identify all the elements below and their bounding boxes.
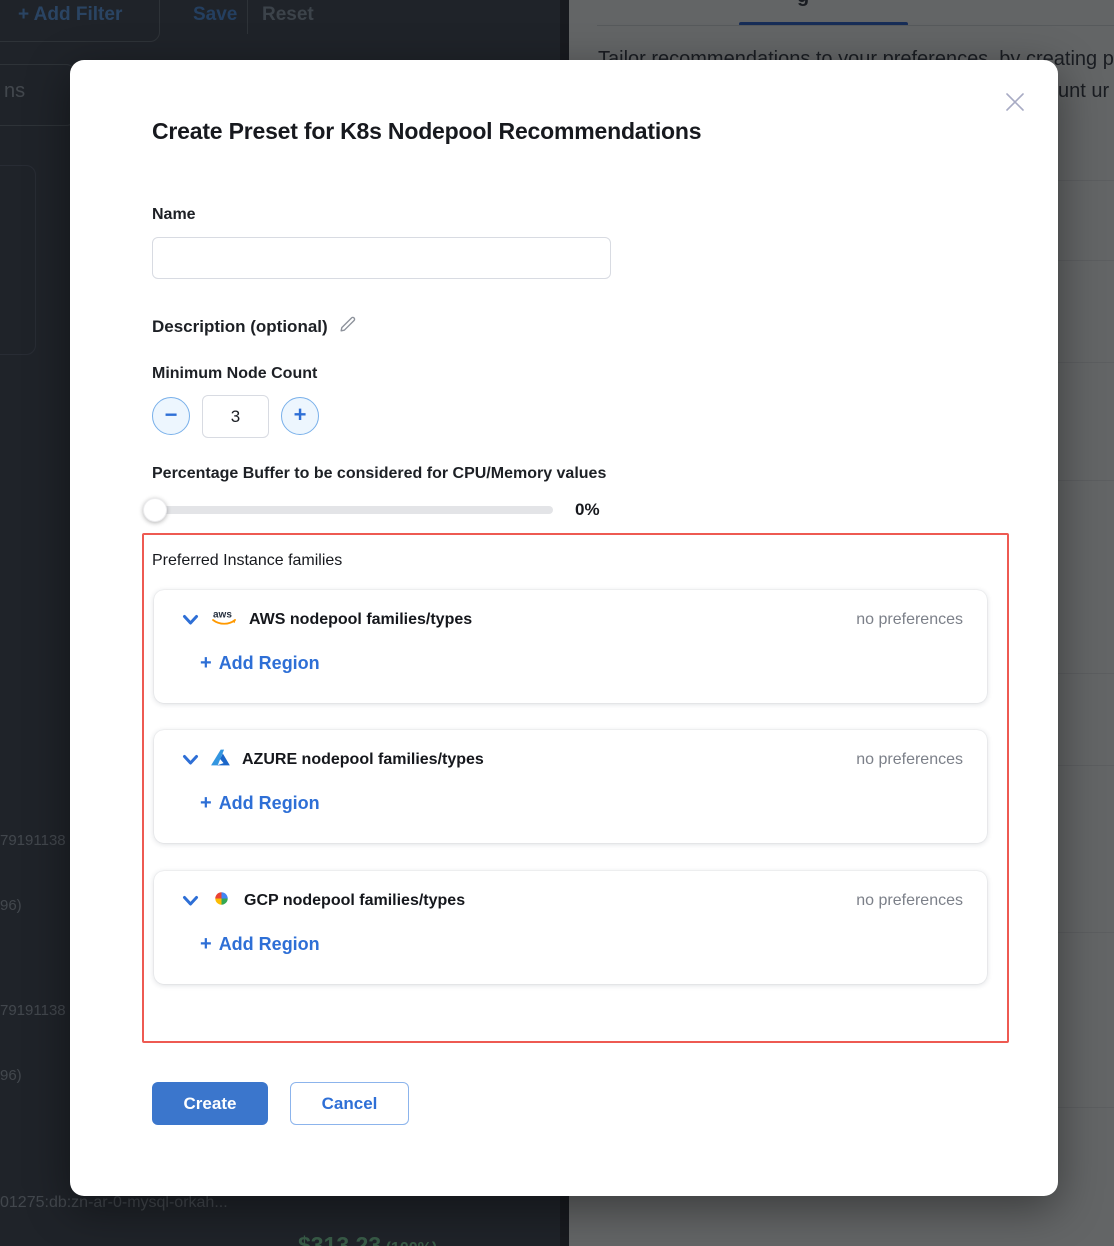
create-button[interactable]: Create: [152, 1082, 268, 1125]
decrement-button[interactable]: −: [152, 397, 190, 435]
provider-card-aws: aws AWS nodepool families/types no prefe…: [154, 590, 987, 703]
provider-card-azure: AZURE nodepool families/types no prefere…: [154, 730, 987, 843]
close-icon[interactable]: [1001, 88, 1029, 116]
name-input[interactable]: [152, 237, 611, 279]
provider-row: GCP nodepool families/types no preferenc…: [182, 889, 963, 913]
modal-title: Create Preset for K8s Nodepool Recommend…: [152, 118, 701, 145]
gcp-logo-icon: [210, 889, 233, 913]
chevron-down-icon[interactable]: [182, 613, 199, 627]
chevron-down-icon[interactable]: [182, 894, 199, 908]
buffer-slider-thumb[interactable]: [143, 498, 167, 522]
preferred-families-label: Preferred Instance families: [152, 552, 342, 570]
provider-card-gcp: GCP nodepool families/types no preferenc…: [154, 871, 987, 984]
svg-text:aws: aws: [213, 610, 232, 621]
plus-icon: +: [200, 933, 212, 956]
buffer-slider-track[interactable]: [152, 506, 553, 514]
provider-status: no preferences: [856, 751, 963, 769]
cancel-button[interactable]: Cancel: [290, 1082, 409, 1125]
increment-button[interactable]: +: [281, 397, 319, 435]
buffer-value: 0%: [575, 500, 600, 520]
provider-status: no preferences: [856, 892, 963, 910]
buffer-label: Percentage Buffer to be considered for C…: [152, 465, 606, 483]
provider-row: aws AWS nodepool families/types no prefe…: [182, 608, 963, 632]
plus-icon: +: [200, 792, 212, 815]
provider-row: AZURE nodepool families/types no prefere…: [182, 748, 963, 772]
min-node-count-label: Minimum Node Count: [152, 365, 317, 383]
description-label: Description (optional): [152, 317, 328, 337]
chevron-down-icon[interactable]: [182, 753, 199, 767]
app-screen: + Add Filter Save Reset ns 79191138 96) …: [0, 0, 1114, 1246]
add-region-button[interactable]: + Add Region: [200, 933, 320, 956]
add-region-button[interactable]: + Add Region: [200, 792, 320, 815]
create-preset-modal: Create Preset for K8s Nodepool Recommend…: [70, 60, 1058, 1196]
name-label: Name: [152, 206, 196, 224]
provider-label: AZURE nodepool families/types: [242, 751, 845, 769]
provider-label: GCP nodepool families/types: [244, 892, 845, 910]
description-row: Description (optional): [152, 315, 357, 339]
add-region-button[interactable]: + Add Region: [200, 652, 320, 675]
provider-status: no preferences: [856, 611, 963, 629]
aws-logo-icon: aws: [210, 608, 238, 632]
azure-logo-icon: [210, 748, 231, 772]
node-count-input[interactable]: [202, 395, 269, 438]
plus-icon: +: [200, 652, 212, 675]
provider-label: AWS nodepool families/types: [249, 611, 845, 629]
edit-pencil-icon[interactable]: [338, 315, 357, 339]
